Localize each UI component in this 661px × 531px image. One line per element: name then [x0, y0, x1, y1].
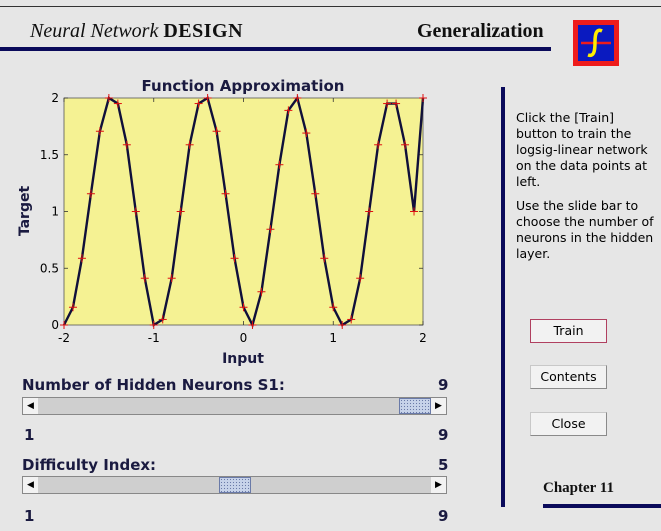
section-title: Generalization: [417, 20, 544, 42]
nnd-logo: [573, 20, 619, 66]
x-axis-label: Input: [222, 351, 264, 367]
neurons-label: Number of Hidden Neurons S1:: [22, 376, 285, 394]
banner-title: Neural Network DESIGN: [30, 20, 243, 43]
logo-inner: [578, 25, 614, 61]
y-tick-label: 0.5: [40, 261, 59, 275]
instructions-train: Click the [Train] button to train the lo…: [516, 110, 648, 189]
x-tick-label: -1: [148, 331, 160, 345]
banner-title-bold: DESIGN: [163, 20, 244, 42]
difficulty-slider[interactable]: ◀ ▶: [22, 476, 447, 494]
contents-button[interactable]: Contents: [530, 365, 607, 389]
x-tick-label: -2: [58, 331, 70, 345]
neurons-left-arrow-icon[interactable]: ◀: [23, 398, 38, 414]
train-button[interactable]: Train: [530, 319, 607, 343]
sidebar-rule: [501, 87, 505, 507]
instructions-slider: Use the slide bar to choose the number o…: [516, 198, 654, 261]
y-tick-label: 1.5: [40, 148, 59, 162]
close-button[interactable]: Close: [530, 412, 607, 436]
top-rule: [0, 6, 661, 7]
difficulty-max: 9: [438, 507, 449, 525]
neurons-value: 9: [438, 376, 449, 394]
banner-rule: [0, 47, 551, 51]
x-tick-label: 2: [419, 331, 427, 345]
x-tick-label: 0: [240, 331, 248, 345]
y-tick-label: 2: [51, 91, 59, 105]
chapter-rule: [543, 504, 661, 508]
difficulty-value: 5: [438, 456, 449, 474]
banner-title-italic: Neural Network: [30, 20, 159, 42]
function-glyph-icon: [581, 28, 611, 58]
difficulty-left-arrow-icon[interactable]: ◀: [23, 477, 38, 493]
difficulty-label: Difficulty Index:: [22, 456, 157, 474]
neurons-right-arrow-icon[interactable]: ▶: [431, 398, 446, 414]
neurons-max: 9: [438, 426, 449, 444]
neurons-slider[interactable]: ◀ ▶: [22, 397, 447, 415]
difficulty-min: 1: [24, 507, 35, 525]
y-tick-label: 0: [51, 318, 59, 332]
function-chart: 0 0.5 1 1.5 2 -2 -1 0 1 2 Function Approximation…: [17, 77, 427, 367]
neurons-min: 1: [24, 426, 35, 444]
difficulty-right-arrow-icon[interactable]: ▶: [431, 477, 446, 493]
chapter-label: Chapter 11: [543, 480, 614, 496]
x-tick-label: 1: [329, 331, 337, 345]
y-tick-label: 1: [51, 205, 59, 219]
y-axis-label: Target: [17, 186, 33, 237]
neurons-slider-thumb[interactable]: [399, 398, 431, 414]
difficulty-slider-thumb[interactable]: [218, 477, 251, 493]
chart-title: Function Approximation: [142, 77, 345, 95]
